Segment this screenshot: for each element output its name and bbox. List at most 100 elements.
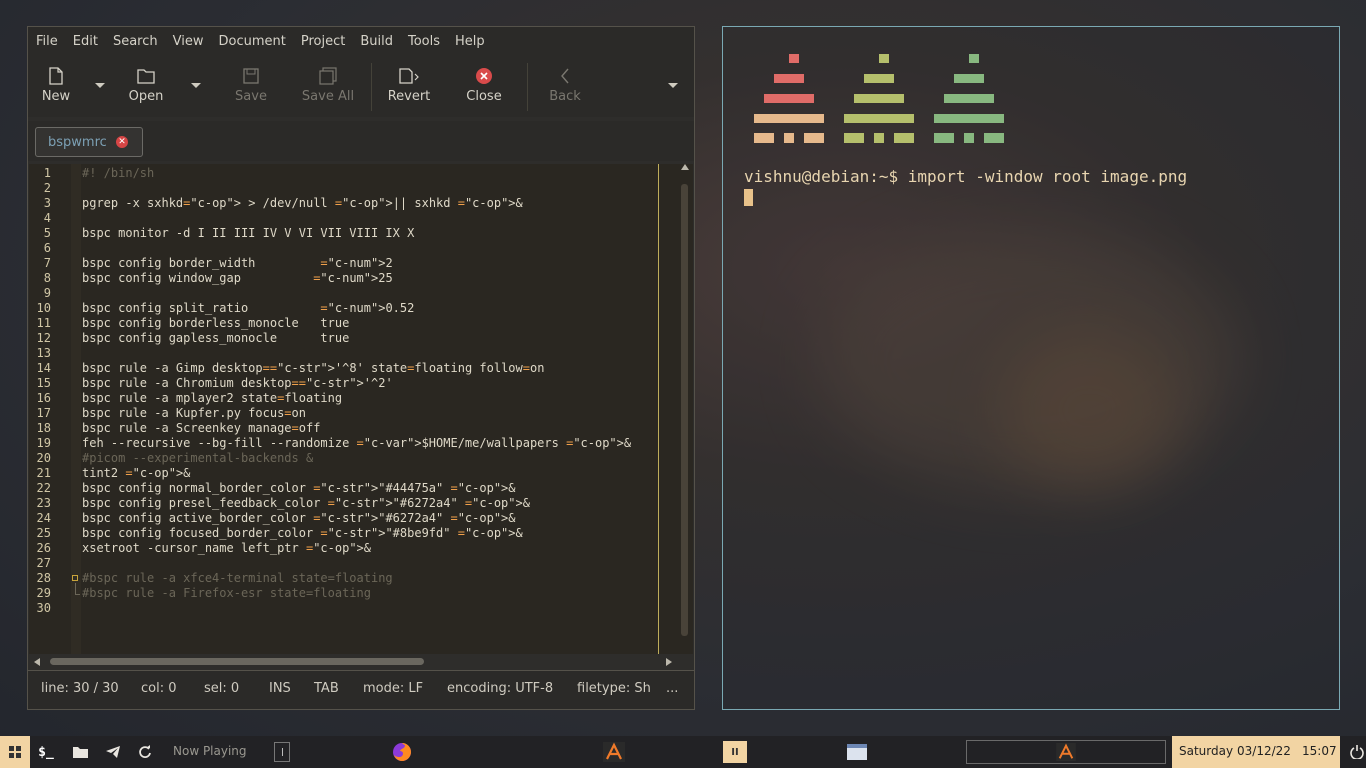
open-button[interactable]: Open — [126, 63, 166, 104]
scroll-up-arrow-icon[interactable] — [681, 164, 689, 170]
line-number: 23 — [36, 496, 51, 510]
app-menu-button[interactable] — [0, 736, 30, 768]
logo-block — [964, 133, 974, 143]
line-number: 12 — [36, 331, 51, 345]
status-encoding: encoding: UTF-8 — [447, 681, 554, 696]
tab-close-icon[interactable]: ✕ — [116, 136, 128, 148]
open-dropdown-icon[interactable] — [191, 83, 201, 88]
line-number: 22 — [36, 481, 51, 495]
clock-day: Saturday — [1179, 744, 1234, 758]
back-button-label: Back — [549, 89, 581, 104]
firefox-task[interactable] — [391, 736, 413, 768]
toolbar-separator — [371, 63, 372, 111]
terminal-window[interactable]: vishnu@debian:~$ import -window root ima… — [722, 26, 1340, 710]
telegram-launcher[interactable] — [103, 736, 123, 768]
back-button[interactable]: Back — [548, 63, 582, 104]
code-line: bspc config split_ratio ="c-num">0.52 — [82, 301, 415, 315]
taskbar: $_ Now Playing II Saturday 03/12/22 15:0… — [0, 736, 1366, 768]
status-indent: TAB — [314, 681, 339, 696]
save-button[interactable]: Save — [234, 63, 268, 104]
save-icon — [234, 63, 268, 89]
refresh-icon — [139, 745, 151, 758]
horizontal-scroll-thumb[interactable] — [50, 658, 424, 665]
menu-project[interactable]: Project — [301, 34, 345, 49]
line-number: 14 — [36, 361, 51, 375]
geany-task[interactable] — [602, 736, 626, 768]
file-manager-launcher[interactable] — [70, 736, 90, 768]
tab-bspwmrc[interactable]: bspwmrc ✕ — [35, 127, 143, 157]
menu-build[interactable]: Build — [360, 34, 393, 49]
code-line: bspc config window_gap ="c-num">25 — [82, 271, 393, 285]
power-button[interactable] — [1348, 736, 1366, 768]
code-line: #bspc rule -a xfce4-terminal state=float… — [82, 571, 393, 585]
scroll-left-arrow-icon[interactable] — [34, 658, 40, 666]
app-grid-icon — [9, 746, 21, 758]
send-plane-icon — [106, 746, 120, 758]
line-number: 20 — [36, 451, 51, 465]
line-number: 2 — [43, 181, 51, 195]
line-number: 15 — [36, 376, 51, 390]
now-playing-label: Now Playing — [173, 744, 247, 758]
status-eol-mode: mode: LF — [363, 681, 424, 696]
folder-icon — [126, 63, 166, 89]
menu-tools[interactable]: Tools — [408, 34, 440, 49]
toolbar-separator — [527, 63, 528, 111]
pause-button-box: II — [723, 741, 747, 763]
save-all-icon — [300, 63, 356, 89]
logo-block — [754, 133, 774, 143]
new-button[interactable]: New — [36, 63, 76, 104]
logo-block — [754, 114, 824, 123]
code-line: xsetroot -cursor_name left_ptr ="c-op">& — [82, 541, 371, 555]
code-line: bspc config borderless_monocle true — [82, 316, 350, 330]
clock[interactable]: Saturday 03/12/22 15:07 — [1172, 736, 1340, 768]
logo-block — [789, 54, 799, 63]
pause-button[interactable]: II — [723, 736, 747, 768]
close-button[interactable]: Close — [464, 63, 504, 104]
logo-block — [854, 94, 904, 103]
save-all-button-label: Save All — [301, 89, 355, 104]
menu-search[interactable]: Search — [113, 34, 158, 49]
line-number: 16 — [36, 391, 51, 405]
status-more: ... — [666, 681, 679, 696]
long-line-marker — [658, 164, 659, 654]
status-bar: line: 30 / 30 col: 0 sel: 0 INS TAB mode… — [28, 670, 694, 709]
new-button-label: New — [41, 89, 71, 104]
line-number: 7 — [43, 256, 51, 270]
logo-block — [764, 94, 814, 103]
menu-view[interactable]: View — [173, 34, 204, 49]
save-all-button[interactable]: Save All — [300, 63, 356, 104]
line-number: 19 — [36, 436, 51, 450]
menu-file[interactable]: File — [36, 34, 58, 49]
open-button-label: Open — [128, 89, 164, 104]
line-number: 25 — [36, 526, 51, 540]
line-number: 4 — [43, 211, 51, 225]
new-dropdown-icon[interactable] — [95, 83, 105, 88]
menu-help[interactable]: Help — [455, 34, 485, 49]
fold-marker-icon[interactable] — [72, 575, 78, 581]
refresh-launcher[interactable] — [135, 736, 155, 768]
window-task[interactable] — [845, 736, 869, 768]
scroll-right-arrow-icon[interactable] — [666, 658, 672, 666]
active-task-geany[interactable] — [966, 736, 1166, 768]
menu-edit[interactable]: Edit — [73, 34, 98, 49]
status-sel: sel: 0 — [204, 681, 240, 696]
code-editor[interactable]: 1 2 3 4 5 6 7 8 9 10 11 12 13 14 15 16 17 18 19 20 21 22 23 24 2… — [29, 164, 693, 654]
code-line: #bspc rule -a Firefox-esr state=floating — [82, 586, 371, 600]
code-line: bspc rule -a Chromium desktop=="c-str">'… — [82, 376, 393, 390]
code-line: bspc config presel_feedback_color ="c-st… — [82, 496, 530, 510]
horizontal-scrollbar[interactable] — [28, 655, 694, 669]
revert-button-label: Revert — [387, 89, 431, 104]
vertical-scrollbar[interactable] — [681, 184, 688, 636]
power-icon — [1350, 745, 1364, 759]
fold-margin[interactable] — [71, 164, 81, 654]
media-toggle-button[interactable] — [273, 736, 291, 768]
code-line: bspc config border_width ="c-num">2 — [82, 256, 393, 270]
code-area[interactable]: #! /bin/sh pgrep -x sxhkd="c-op"> > /dev/… — [82, 164, 673, 654]
menu-document[interactable]: Document — [218, 34, 285, 49]
line-number: 17 — [36, 406, 51, 420]
terminal-launcher-icon[interactable]: $_ — [36, 736, 56, 768]
line-number: 21 — [36, 466, 51, 480]
toolbar-overflow-icon[interactable] — [668, 83, 678, 88]
revert-button[interactable]: Revert — [386, 63, 432, 104]
line-number: 26 — [36, 541, 51, 555]
